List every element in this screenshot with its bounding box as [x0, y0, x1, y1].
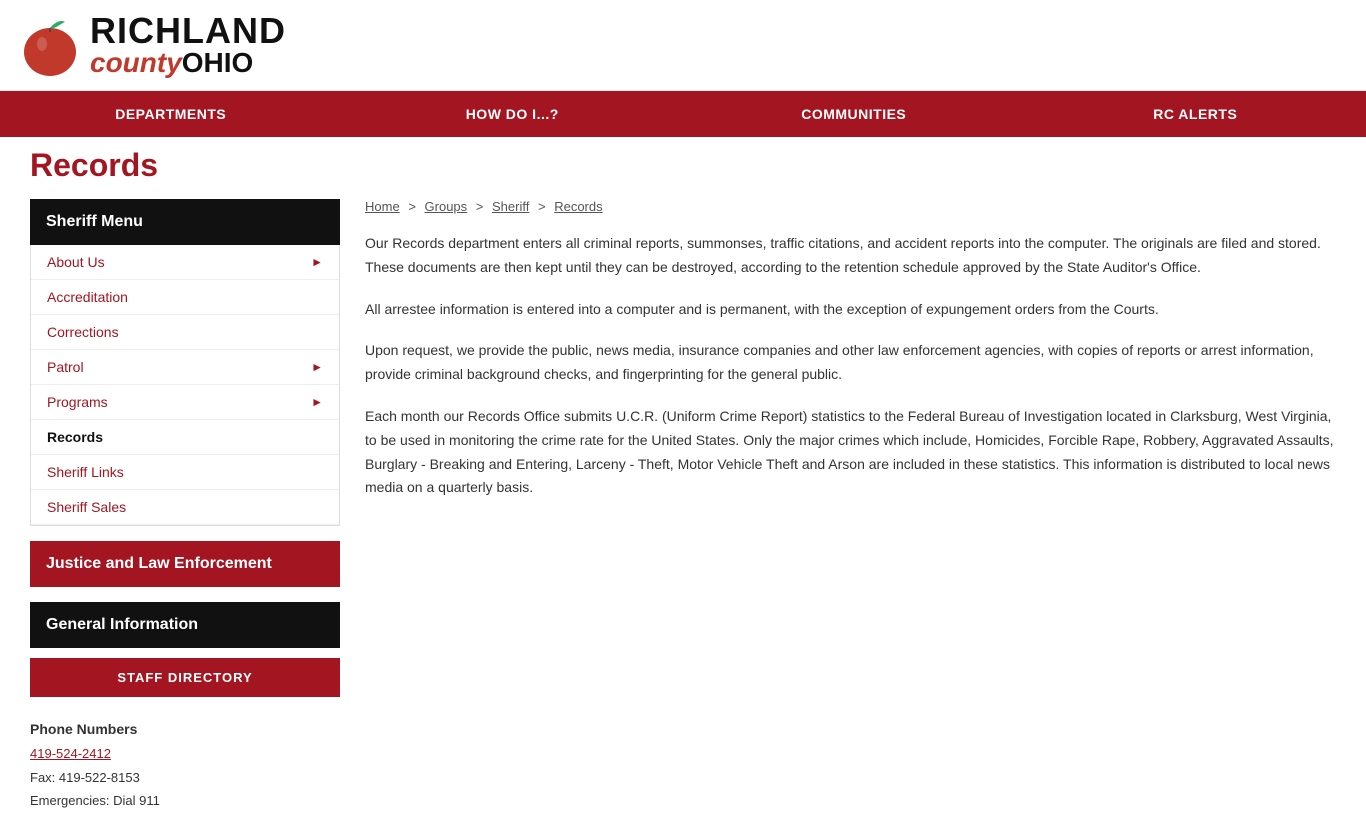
main-text: Our Records department enters all crimin… — [365, 232, 1336, 500]
breadcrumb-groups[interactable]: Groups — [425, 199, 468, 214]
paragraph-4: Each month our Records Office submits U.… — [365, 405, 1336, 500]
paragraph-2: All arrestee information is entered into… — [365, 298, 1336, 322]
staff-directory-button[interactable]: STAFF DIRECTORY — [30, 658, 340, 697]
fax-number: Fax: 419-522-8153 — [30, 770, 140, 785]
nav-how-do-i[interactable]: HOW DO I...? — [342, 91, 684, 137]
content-wrapper: Records Sheriff Menu About Us ► Accredit… — [0, 137, 1366, 817]
breadcrumb: Home > Groups > Sheriff > Records — [365, 199, 1336, 214]
nav-communities[interactable]: COMMUNITIES — [683, 91, 1025, 137]
layout: Sheriff Menu About Us ► Accreditation Co… — [30, 199, 1336, 817]
sheriff-menu: About Us ► Accreditation Corrections Pat… — [30, 245, 340, 526]
phone-number[interactable]: 419-524-2412 — [30, 746, 111, 761]
justice-section[interactable]: Justice and Law Enforcement — [30, 541, 340, 587]
logo-area: RICHLAND county OHIO — [20, 10, 286, 80]
sheriff-menu-header: Sheriff Menu — [30, 199, 340, 245]
logo-ohio: OHIO — [182, 49, 254, 77]
page-title-area: Records — [30, 137, 1336, 199]
nav-departments[interactable]: DEPARTMENTS — [0, 91, 342, 137]
sidebar: Sheriff Menu About Us ► Accreditation Co… — [30, 199, 340, 817]
paragraph-1: Our Records department enters all crimin… — [365, 232, 1336, 280]
menu-item-sheriff-sales[interactable]: Sheriff Sales — [31, 490, 339, 525]
header: RICHLAND county OHIO — [0, 0, 1366, 91]
arrow-icon: ► — [311, 395, 323, 409]
breadcrumb-records[interactable]: Records — [554, 199, 602, 214]
page-title: Records — [30, 147, 1336, 184]
main-content: Home > Groups > Sheriff > Records Our Re… — [365, 199, 1336, 817]
menu-item-accreditation[interactable]: Accreditation — [31, 280, 339, 315]
logo-apple-icon — [20, 10, 80, 80]
arrow-icon: ► — [311, 255, 323, 269]
phone-label: Phone Numbers — [30, 717, 340, 742]
logo-county: county — [90, 49, 182, 77]
phone-info: Phone Numbers 419-524-2412 Fax: 419-522-… — [30, 712, 340, 817]
menu-item-corrections[interactable]: Corrections — [31, 315, 339, 350]
nav-rc-alerts[interactable]: RC ALERTS — [1025, 91, 1366, 137]
menu-item-about-us[interactable]: About Us ► — [31, 245, 339, 280]
paragraph-3: Upon request, we provide the public, new… — [365, 339, 1336, 387]
menu-item-patrol[interactable]: Patrol ► — [31, 350, 339, 385]
breadcrumb-home[interactable]: Home — [365, 199, 400, 214]
general-info-section: General Information — [30, 602, 340, 648]
menu-item-programs[interactable]: Programs ► — [31, 385, 339, 420]
breadcrumb-sheriff[interactable]: Sheriff — [492, 199, 529, 214]
arrow-icon: ► — [311, 360, 323, 374]
logo-richland: RICHLAND — [90, 13, 286, 49]
menu-item-records[interactable]: Records — [31, 420, 339, 455]
logo-text: RICHLAND county OHIO — [90, 13, 286, 77]
menu-item-sheriff-links[interactable]: Sheriff Links — [31, 455, 339, 490]
nav-bar: DEPARTMENTS HOW DO I...? COMMUNITIES RC … — [0, 91, 1366, 137]
emergencies: Emergencies: Dial 911 — [30, 793, 160, 808]
